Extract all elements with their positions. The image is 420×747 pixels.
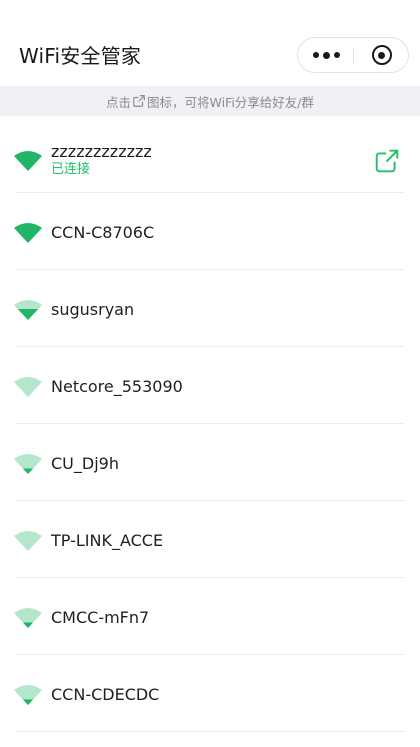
mini-program-capsule xyxy=(297,37,409,73)
wifi-signal-icon xyxy=(14,531,42,551)
network-row[interactable]: CCN-C8706C xyxy=(0,193,420,270)
network-ssid: CU_Dj9h xyxy=(51,454,119,473)
more-dots-icon[interactable] xyxy=(298,38,354,72)
wifi-signal-icon xyxy=(14,608,42,628)
network-ssid: CCN-C8706C xyxy=(51,223,155,242)
wifi-signal-icon xyxy=(14,685,42,705)
network-row[interactable]: CMCC-mFn7 xyxy=(0,578,420,655)
wifi-signal-icon xyxy=(14,454,42,474)
top-bar: WiFi安全管家 xyxy=(0,0,420,86)
wifi-signal-icon xyxy=(14,151,42,171)
hint-suffix: 图标，可将WiFi分享给好友/群 xyxy=(146,94,315,110)
target-close-icon[interactable] xyxy=(354,38,409,72)
wifi-network-list: zzzzzzzzzzzz 已连接 CCN-C8706C sugusryan Ne… xyxy=(0,116,420,732)
wifi-signal-icon xyxy=(14,377,42,397)
network-ssid: Netcore_553090 xyxy=(51,377,183,396)
network-ssid: TP-LINK_ACCE xyxy=(51,531,164,550)
share-icon[interactable] xyxy=(374,148,400,174)
network-row[interactable]: Netcore_553090 xyxy=(0,347,420,424)
share-icon xyxy=(133,95,145,107)
app-title: WiFi安全管家 xyxy=(19,44,142,68)
network-ssid: CMCC-mFn7 xyxy=(51,608,150,627)
network-ssid: CCN-CDECDC xyxy=(51,685,160,704)
network-row[interactable]: sugusryan xyxy=(0,270,420,347)
share-hint-bar: 点击 图标，可将WiFi分享给好友/群 xyxy=(0,86,420,116)
network-row[interactable]: CU_Dj9h xyxy=(0,424,420,501)
network-row[interactable]: CCN-CDECDC xyxy=(0,655,420,732)
network-ssid: sugusryan xyxy=(51,300,135,319)
hint-prefix: 点击 xyxy=(105,94,131,110)
wifi-signal-icon xyxy=(14,223,42,243)
wifi-signal-icon xyxy=(14,300,42,320)
network-ssid: zzzzzzzzzzzz xyxy=(51,142,152,161)
connected-status: 已连接 xyxy=(51,162,91,177)
network-row[interactable]: TP-LINK_ACCE xyxy=(0,501,420,578)
network-row[interactable]: zzzzzzzzzzzz 已连接 xyxy=(0,116,420,193)
